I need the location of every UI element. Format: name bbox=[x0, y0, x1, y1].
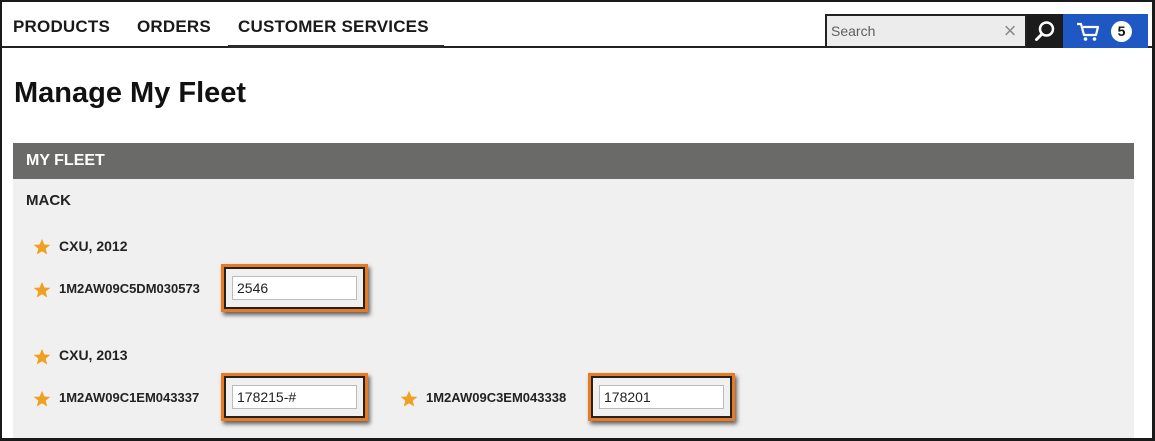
fleet-header: MY FLEET bbox=[13, 143, 1134, 179]
clear-icon[interactable]: × bbox=[999, 20, 1021, 42]
favorite-star-icon[interactable] bbox=[33, 238, 51, 256]
make-label: MACK bbox=[26, 192, 71, 209]
vin-label: 1M2AW09C1EM043337 bbox=[59, 390, 200, 405]
search-box: × bbox=[825, 14, 1027, 48]
unit-number-input[interactable] bbox=[232, 276, 357, 300]
search-button[interactable] bbox=[1027, 14, 1063, 48]
model-label: CXU, 2012 bbox=[59, 238, 128, 254]
model-label: CXU, 2013 bbox=[59, 347, 128, 363]
vin-label: 1M2AW09C5DM030573 bbox=[59, 281, 200, 296]
favorite-star-icon[interactable] bbox=[33, 390, 51, 408]
favorite-star-icon[interactable] bbox=[33, 348, 51, 366]
unit-number-input[interactable] bbox=[599, 385, 724, 409]
tab-customer-services[interactable]: CUSTOMER SERVICES bbox=[228, 17, 444, 48]
cart-button[interactable]: 5 bbox=[1063, 14, 1148, 48]
top-navigation: PRODUCTS ORDERS CUSTOMER SERVICES × 5 bbox=[2, 2, 1152, 48]
page-title: Manage My Fleet bbox=[14, 77, 247, 109]
tab-orders[interactable]: ORDERS bbox=[137, 17, 215, 47]
fleet-panel: MY FLEET MACK CXU, 2012 1M2AW09C5DM03057… bbox=[13, 143, 1134, 438]
vin-label: 1M2AW09C3EM043338 bbox=[426, 390, 567, 405]
unit-number-input[interactable] bbox=[232, 385, 357, 409]
search-icon bbox=[1035, 21, 1055, 41]
cart-count-badge: 5 bbox=[1111, 21, 1132, 42]
favorite-star-icon[interactable] bbox=[33, 281, 51, 299]
search-input[interactable] bbox=[831, 20, 1001, 42]
app-window: PRODUCTS ORDERS CUSTOMER SERVICES × 5 Ma… bbox=[0, 0, 1155, 441]
tab-products[interactable]: PRODUCTS bbox=[13, 17, 113, 47]
favorite-star-icon[interactable] bbox=[400, 390, 418, 408]
shopping-cart-icon bbox=[1077, 22, 1100, 41]
